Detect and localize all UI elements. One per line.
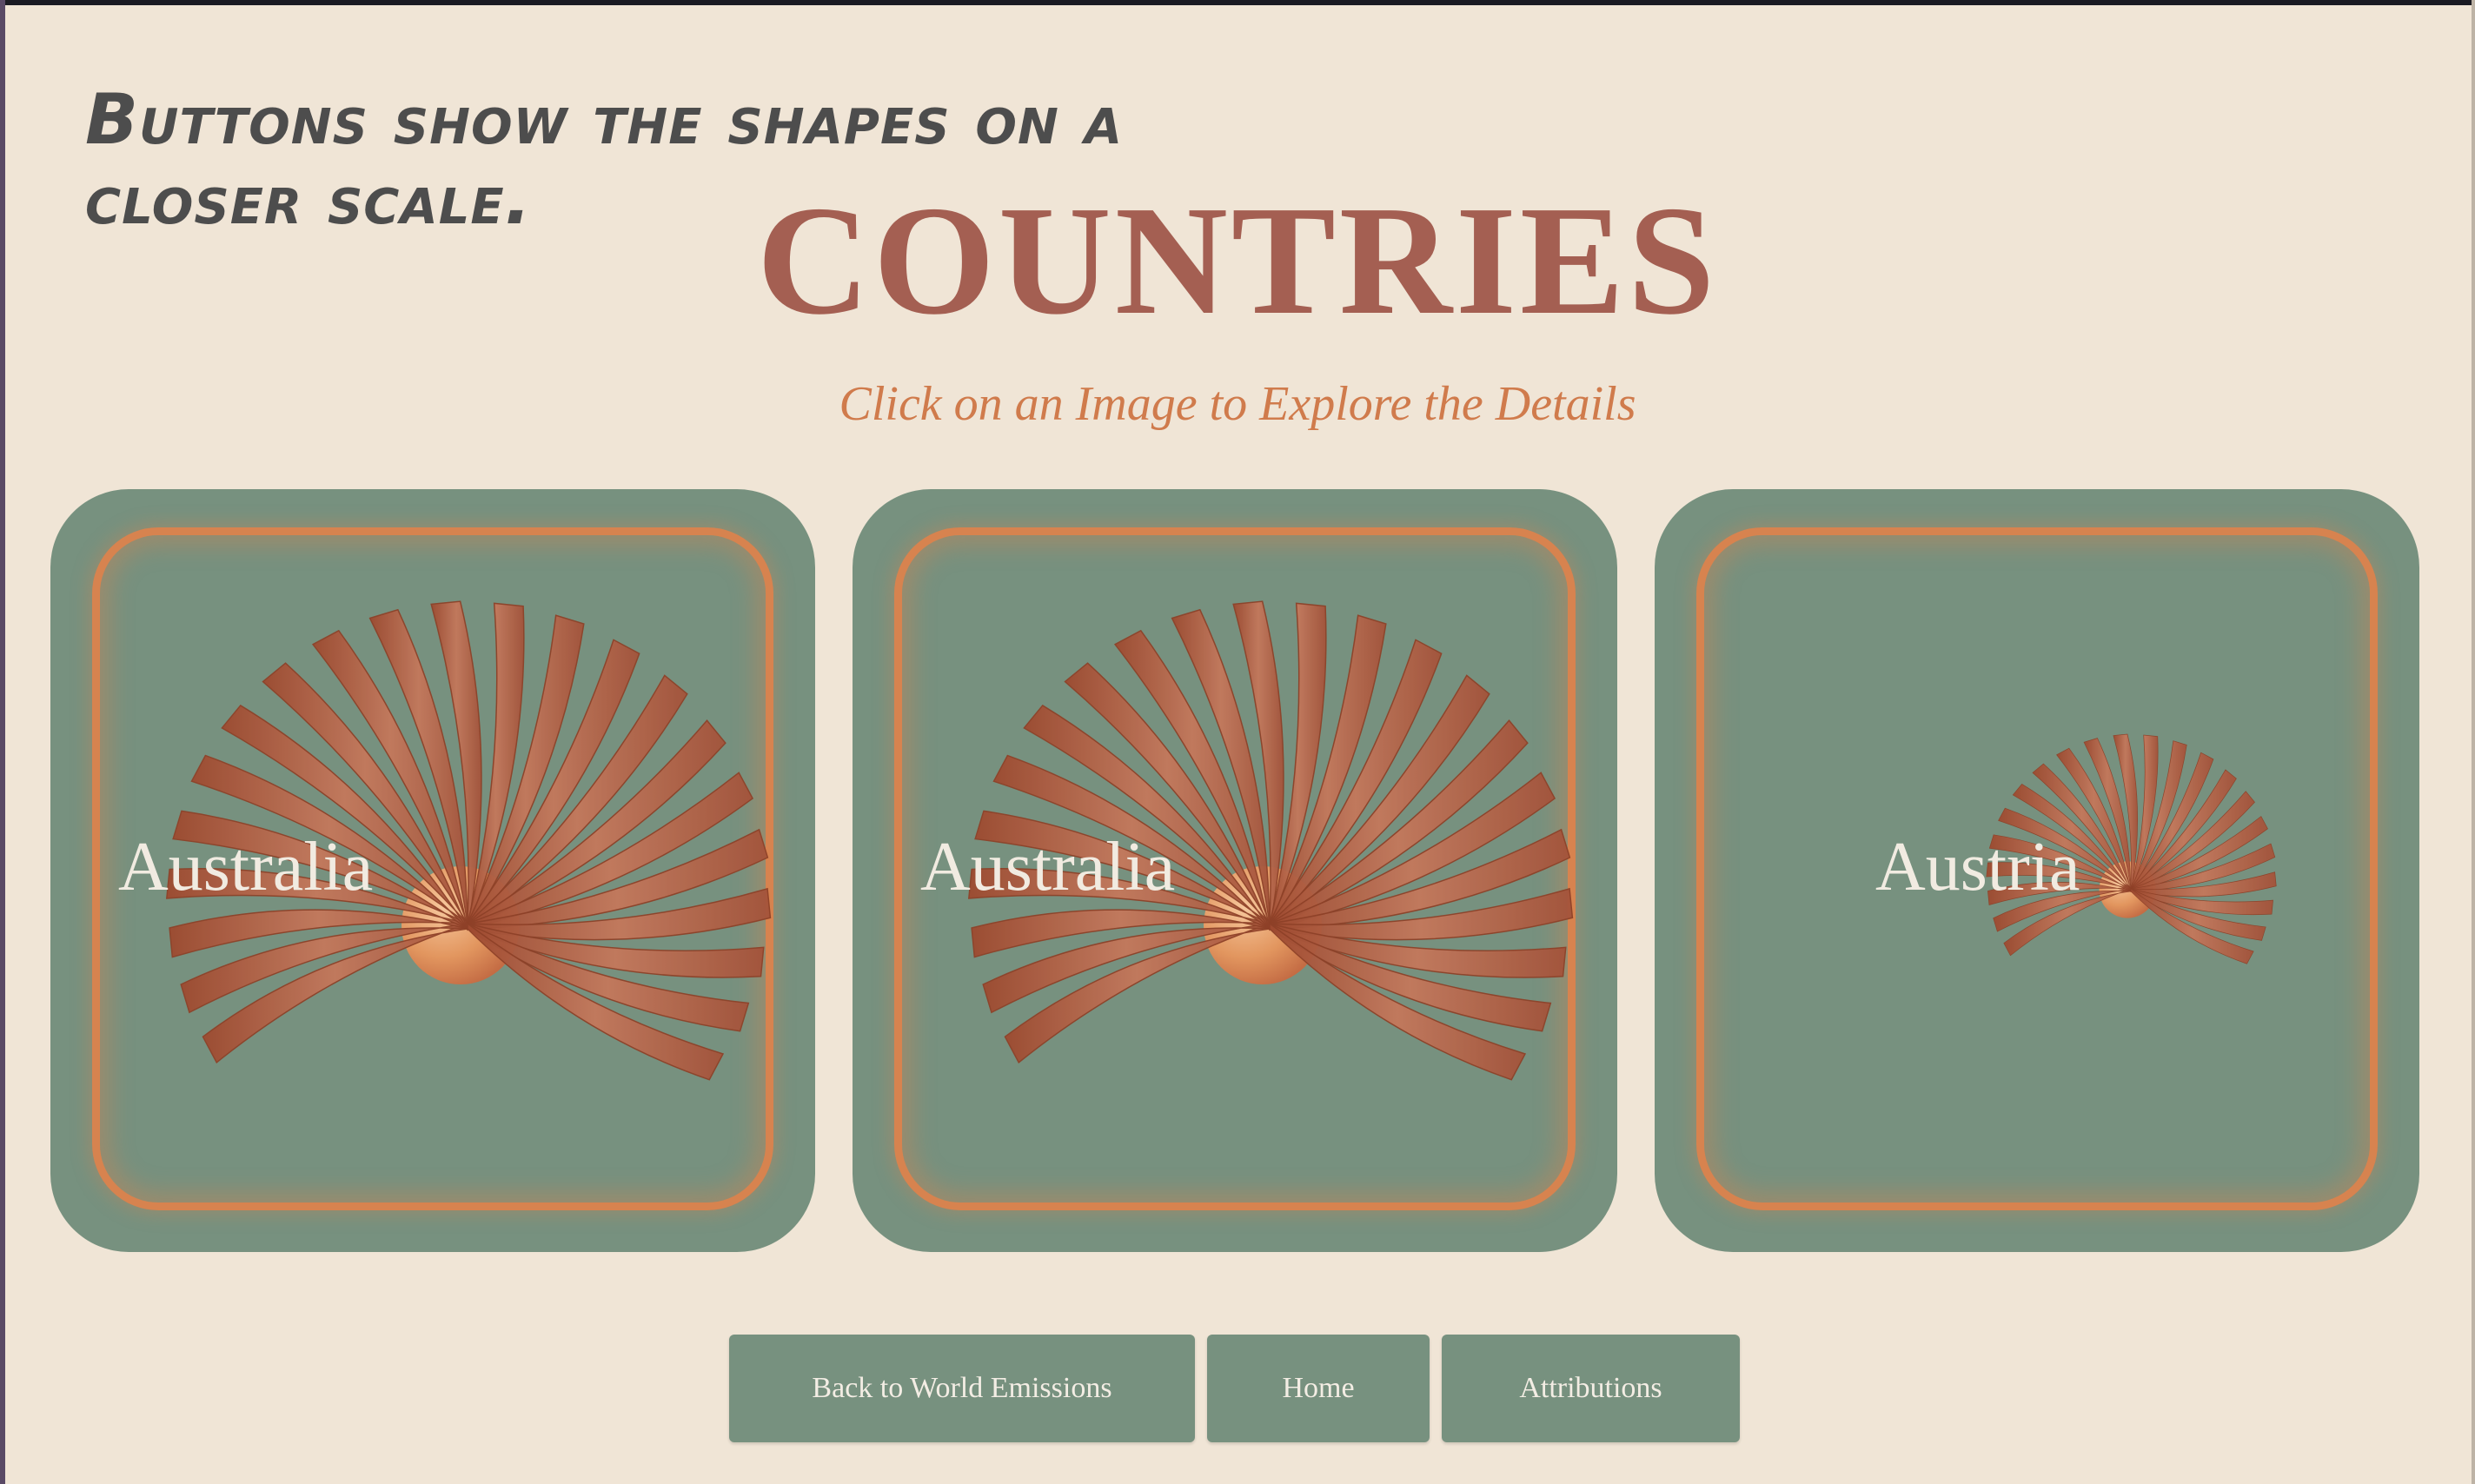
back-to-world-emissions-button[interactable]: Back to World Emissions xyxy=(729,1335,1195,1442)
attributions-button[interactable]: Attributions xyxy=(1442,1335,1740,1442)
country-card-australia-2[interactable]: Australia xyxy=(853,489,1617,1252)
card-label: Austria xyxy=(1875,829,2080,905)
country-card-austria[interactable]: Austria xyxy=(1655,489,2419,1252)
home-button[interactable]: Home xyxy=(1207,1335,1430,1442)
window-top-edge xyxy=(0,0,2475,5)
card-label: Australia xyxy=(920,829,1176,905)
page-subtitle: Click on an Image to Explore the Details xyxy=(839,377,1636,431)
page-title: COUNTRIES xyxy=(756,174,1719,347)
card-label: Australia xyxy=(118,829,374,905)
country-card-australia[interactable]: Australia xyxy=(50,489,815,1252)
